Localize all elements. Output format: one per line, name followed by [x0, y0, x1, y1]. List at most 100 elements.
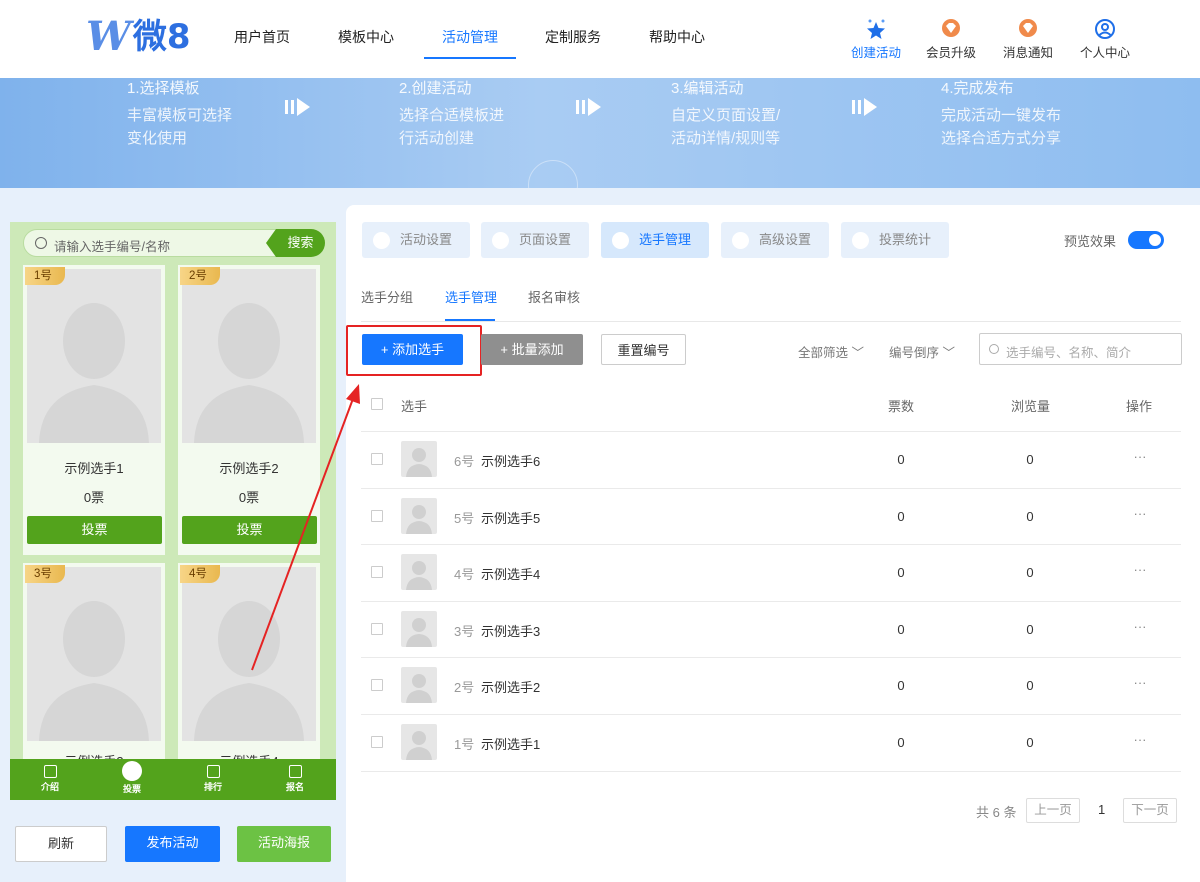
member-upgrade-button[interactable]: 会员升级: [916, 14, 986, 61]
search-placeholder: 选手编号、名称、简介: [1006, 346, 1132, 360]
votes-cell: 0: [897, 565, 905, 580]
table-row[interactable]: 6号 示例选手6 0 0 ···: [346, 431, 1200, 487]
preview-tab-signup[interactable]: 报名: [275, 765, 315, 793]
profile-button[interactable]: 个人中心: [1070, 14, 1140, 61]
logo[interactable]: W 微8: [86, 14, 191, 60]
table-row[interactable]: 1号 示例选手1 0 0 ···: [346, 714, 1200, 770]
votes-cell: 0: [897, 509, 905, 524]
preview-effect-toggle[interactable]: [1128, 231, 1164, 249]
table-row[interactable]: 2号 示例选手2 0 0 ···: [346, 657, 1200, 713]
preview-tab-ranking[interactable]: 排行: [193, 765, 233, 793]
tab-label: 排行: [203, 782, 222, 792]
tab-label: 介绍: [40, 782, 59, 792]
views-cell: 0: [1026, 735, 1034, 750]
votes-cell: 0: [897, 452, 905, 467]
subtab-review[interactable]: 报名审核: [528, 287, 580, 306]
player-photo: [27, 567, 161, 741]
tab-vote-stats[interactable]: 投票统计: [841, 222, 949, 258]
prev-page-button[interactable]: 上一页: [1026, 798, 1080, 823]
notifications-button[interactable]: 消息通知: [993, 14, 1063, 61]
settings-icon: [732, 232, 749, 249]
current-page[interactable]: 1: [1098, 802, 1105, 817]
table-row[interactable]: 4号 示例选手4 0 0 ···: [346, 544, 1200, 600]
row-checkbox[interactable]: [371, 510, 383, 522]
tab-activity-settings[interactable]: 活动设置: [362, 222, 470, 258]
renumber-button[interactable]: 重置编号: [601, 334, 686, 365]
highlight-annotation: [346, 325, 482, 376]
tab-page-settings[interactable]: 页面设置: [481, 222, 589, 258]
preview-player-card[interactable]: 3号 示例选手3: [23, 563, 165, 769]
player-name: 示例选手4: [481, 567, 541, 582]
nav-home[interactable]: 用户首页: [232, 26, 292, 48]
row-divider: [361, 771, 1181, 772]
more-actions-icon[interactable]: ···: [1125, 732, 1155, 747]
avatar-placeholder-icon: [39, 601, 149, 741]
preview-player-card[interactable]: 1号 示例选手1 0票 投票: [23, 265, 165, 555]
preview-effect-label: 预览效果: [1064, 234, 1117, 249]
more-actions-icon[interactable]: ···: [1125, 506, 1155, 521]
row-checkbox[interactable]: [371, 453, 383, 465]
avatar-placeholder-icon: [194, 303, 304, 443]
more-actions-icon[interactable]: ···: [1125, 675, 1155, 690]
create-activity-label: 创建活动: [850, 46, 901, 60]
subtab-groups[interactable]: 选手分组: [361, 287, 413, 306]
header-actions: 操作: [1126, 399, 1153, 414]
header-votes: 票数: [888, 399, 915, 414]
nav-help[interactable]: 帮助中心: [647, 26, 707, 48]
player-name: 示例选手6: [481, 454, 541, 469]
vote-button[interactable]: 投票: [182, 516, 317, 544]
bell-icon: [1019, 19, 1037, 37]
row-checkbox[interactable]: [371, 623, 383, 635]
nav-templates[interactable]: 模板中心: [336, 26, 396, 48]
player-avatar: [401, 724, 437, 760]
preview-tabbar: 介绍 投票 排行 报名: [10, 759, 336, 800]
player-avatar: [401, 667, 437, 703]
preview-tab-intro[interactable]: 介绍: [30, 765, 70, 793]
table-row[interactable]: 3号 示例选手3 0 0 ···: [346, 601, 1200, 657]
next-page-button[interactable]: 下一页: [1123, 798, 1177, 823]
filter-dropdown[interactable]: 全部筛选 ﹀: [798, 342, 864, 361]
subtab-players[interactable]: 选手管理: [445, 287, 497, 306]
more-actions-icon[interactable]: ···: [1125, 562, 1155, 577]
preview-tab-vote[interactable]: 投票: [112, 761, 152, 795]
vote-button[interactable]: 投票: [27, 516, 162, 544]
stars-icon: [867, 19, 885, 39]
subtab-divider: [361, 321, 1181, 322]
player-number-badge: 3号: [25, 565, 65, 583]
nav-activity[interactable]: 活动管理: [440, 26, 500, 48]
row-checkbox[interactable]: [371, 566, 383, 578]
step-title: 4.完成发布: [941, 80, 1014, 97]
player-votes: 0票: [83, 490, 105, 505]
more-actions-icon[interactable]: ···: [1125, 449, 1155, 464]
tab-advanced-settings[interactable]: 高级设置: [721, 222, 829, 258]
preview-search-input[interactable]: 请输入选手编号/名称 搜索: [23, 229, 325, 257]
steps-banner: 1.选择模板 丰富模板可选择 变化使用 2.创建活动 选择合适模板进 行活动创建…: [0, 78, 1200, 188]
create-activity-button[interactable]: 创建活动: [841, 14, 911, 61]
header-player: 选手: [401, 399, 428, 414]
step-desc: 完成活动一键发布: [941, 107, 1062, 124]
select-all-checkbox[interactable]: [371, 398, 383, 410]
banner-decoration: [528, 160, 578, 188]
tab-label: 投票: [122, 784, 141, 794]
more-actions-icon[interactable]: ···: [1125, 619, 1155, 634]
nav-custom[interactable]: 定制服务: [543, 26, 603, 48]
poster-button[interactable]: 活动海报: [237, 826, 331, 862]
player-search-input[interactable]: 选手编号、名称、简介: [979, 333, 1182, 365]
step-desc: 行活动创建: [399, 130, 475, 147]
preview-player-card[interactable]: 4号 示例选手4: [178, 563, 320, 769]
table-row[interactable]: 5号 示例选手5 0 0 ···: [346, 488, 1200, 544]
tab-player-management[interactable]: 选手管理: [601, 222, 709, 258]
publish-button[interactable]: 发布活动: [125, 826, 220, 862]
refresh-button[interactable]: 刷新: [15, 826, 107, 862]
pagination-total: 共 6 条: [976, 805, 1017, 820]
preview-search-button[interactable]: 搜索: [266, 229, 325, 257]
diamond-icon: [942, 19, 960, 37]
batch-add-button[interactable]: + 批量添加: [481, 334, 583, 365]
row-checkbox[interactable]: [371, 679, 383, 691]
sort-dropdown[interactable]: 编号倒序 ﹀: [889, 342, 955, 361]
preview-player-card[interactable]: 2号 示例选手2 0票 投票: [178, 265, 320, 555]
views-cell: 0: [1026, 565, 1034, 580]
row-checkbox[interactable]: [371, 736, 383, 748]
avatar-placeholder-icon: [406, 505, 432, 534]
player-name: 示例选手2: [481, 680, 541, 695]
